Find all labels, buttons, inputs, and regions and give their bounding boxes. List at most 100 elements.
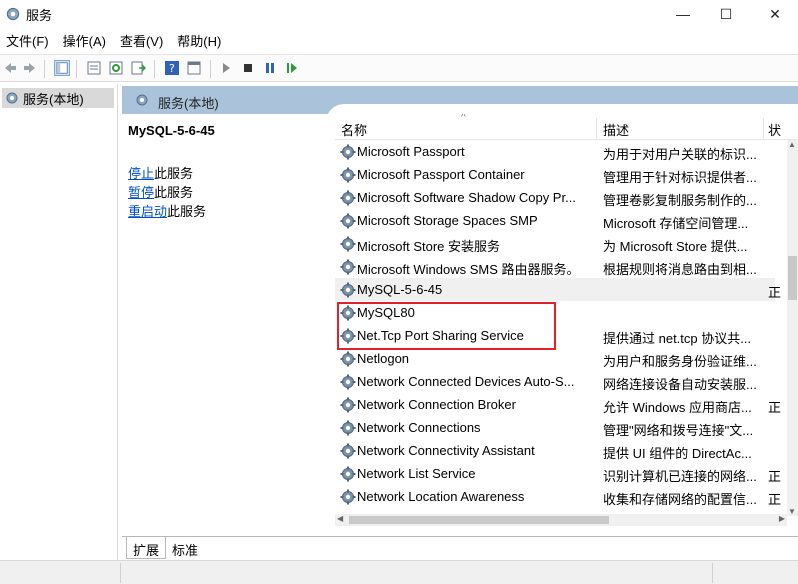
service-name: Network Connection Broker <box>357 397 516 412</box>
service-row[interactable]: MySQL-5-6-45 正 <box>335 278 781 301</box>
services-gear-icon <box>136 94 148 106</box>
service-name: Microsoft Store 安装服务 <box>357 239 501 254</box>
restart-action: 重启动此服务 <box>128 201 206 220</box>
window-title: 服务 <box>26 8 53 23</box>
menu-help[interactable]: 帮助(H) <box>171 32 229 52</box>
pause-link[interactable]: 暂停 <box>128 185 154 200</box>
service-name: Network Location Awareness <box>357 489 525 504</box>
toolbar-divider <box>154 60 155 78</box>
svg-text:?: ? <box>169 62 175 75</box>
service-description: 网络连接设备自动安装服... <box>603 377 757 392</box>
service-gear-icon <box>340 167 356 183</box>
service-row[interactable]: Network Connections 管理"网络和拨号连接"文... <box>335 416 775 439</box>
column-divider[interactable] <box>763 118 764 138</box>
sort-ascending-icon: ^ <box>461 114 466 123</box>
service-gear-icon <box>340 190 356 206</box>
restart-link[interactable]: 重启动 <box>128 204 167 219</box>
service-row[interactable]: Microsoft Passport 为用于对用户关联的标识... <box>335 140 775 163</box>
service-name: Network List Service <box>357 466 476 481</box>
scroll-up-arrow-icon[interactable]: ▲ <box>788 140 796 149</box>
service-gear-icon <box>340 236 356 252</box>
vertical-scroll-thumb[interactable] <box>788 256 797 300</box>
service-row[interactable]: Network Connected Devices Auto-S... 网络连接设… <box>335 370 775 393</box>
service-name: Microsoft Passport Container <box>357 167 525 182</box>
service-row[interactable]: Network List Service 识别计算机已连接的网络... 正 <box>335 462 781 485</box>
scroll-down-arrow-icon[interactable]: ▼ <box>788 507 796 516</box>
service-row[interactable]: Microsoft Software Shadow Copy Pr... 管理卷影… <box>335 186 775 209</box>
help-icon[interactable]: ? <box>164 60 180 76</box>
column-name[interactable]: 名称 <box>341 120 367 139</box>
horizontal-scroll-thumb[interactable] <box>349 516 609 524</box>
menu-action[interactable]: 操作(A) <box>57 32 114 52</box>
pause-action: 暂停此服务 <box>128 182 193 201</box>
properties-icon[interactable] <box>86 60 102 76</box>
pause-service-icon[interactable] <box>262 60 278 76</box>
tab-standard[interactable]: 标准 <box>166 537 206 559</box>
service-name: Network Connectivity Assistant <box>357 443 535 458</box>
service-description: 提供 UI 组件的 DirectAc... <box>603 446 752 461</box>
stop-action: 停止此服务 <box>128 163 193 182</box>
service-row[interactable]: Microsoft Store 安装服务 为 Microsoft Store 提供… <box>335 232 775 255</box>
tree-item-services-local[interactable]: 服务(本地) <box>2 88 114 108</box>
column-description[interactable]: 描述 <box>603 120 629 139</box>
forward-arrow-icon[interactable] <box>22 60 38 76</box>
refresh-icon[interactable] <box>108 60 124 76</box>
menu-bar: 文件(F) 操作(A) 查看(V) 帮助(H) <box>0 32 798 52</box>
service-gear-icon <box>340 466 356 482</box>
toolbar-divider <box>210 60 211 78</box>
maximize-button[interactable]: ☐ <box>703 0 749 28</box>
action-text: 此服务 <box>154 185 194 200</box>
view-tabs: 扩展 标准 <box>122 536 798 560</box>
toolbar: ? <box>0 54 798 82</box>
vertical-scrollbar[interactable]: ▲ ▼ <box>787 140 798 516</box>
service-row[interactable]: Microsoft Passport Container 管理用于针对标识提供者.… <box>335 163 775 186</box>
service-description: 为 Microsoft Store 提供... <box>603 239 748 254</box>
service-name: Microsoft Passport <box>357 144 465 159</box>
menu-file[interactable]: 文件(F) <box>0 32 57 52</box>
menu-view[interactable]: 查看(V) <box>114 32 171 52</box>
show-hide-tree-icon[interactable] <box>54 60 70 76</box>
service-description: 为用于对用户关联的标识... <box>603 147 757 162</box>
back-arrow-icon[interactable] <box>2 60 18 76</box>
stop-service-icon[interactable] <box>240 60 256 76</box>
restart-service-icon[interactable] <box>284 60 300 76</box>
start-service-icon[interactable] <box>218 60 234 76</box>
services-panel: 服务(本地) MySQL-5-6-45 停止此服务 暂停此服务 重启动此服务 ^… <box>122 86 798 536</box>
minimize-button[interactable]: — <box>660 0 706 28</box>
service-gear-icon <box>340 397 356 413</box>
service-row[interactable]: Network Connection Broker 允许 Windows 应用商店… <box>335 393 781 416</box>
column-divider[interactable] <box>596 118 597 138</box>
scroll-left-arrow-icon[interactable]: ◀ <box>337 514 343 523</box>
status-divider <box>712 563 713 583</box>
console-tree-icon[interactable] <box>186 60 202 76</box>
scroll-right-arrow-icon[interactable]: ▶ <box>779 514 785 523</box>
close-button[interactable]: ✕ <box>752 0 798 28</box>
service-row[interactable]: Network Connectivity Assistant 提供 UI 组件的 … <box>335 439 775 462</box>
service-name: MySQL-5-6-45 <box>357 282 443 297</box>
title-bar: 服务 — ☐ ✕ <box>0 0 798 28</box>
service-gear-icon <box>340 213 356 229</box>
service-name: Microsoft Windows SMS 路由器服务。 <box>357 262 580 277</box>
service-row[interactable]: Netlogon 为用户和服务身份验证维... <box>335 347 775 370</box>
export-list-icon[interactable] <box>130 60 146 76</box>
panel-title: 服务(本地) <box>158 96 219 111</box>
service-description: 识别计算机已连接的网络... <box>603 469 757 484</box>
service-row[interactable]: Network Location Awareness 收集和存储网络的配置信...… <box>335 485 781 508</box>
status-bar <box>0 560 798 584</box>
service-description: 管理用于针对标识提供者... <box>603 170 757 185</box>
toolbar-divider <box>44 60 45 78</box>
stop-link[interactable]: 停止 <box>128 166 154 181</box>
column-status[interactable]: 状 <box>768 120 781 139</box>
tab-extended[interactable]: 扩展 <box>126 537 166 559</box>
service-status: 正 <box>768 400 782 415</box>
service-row[interactable]: Microsoft Windows SMS 路由器服务。 根据规则将消息路由到相.… <box>335 255 775 278</box>
service-gear-icon <box>340 374 356 390</box>
service-gear-icon <box>340 489 356 505</box>
horizontal-scrollbar[interactable]: ◀ ▶ <box>335 514 787 526</box>
service-gear-icon <box>340 282 356 298</box>
service-gear-icon <box>340 443 356 459</box>
service-name: Microsoft Storage Spaces SMP <box>357 213 538 228</box>
service-row[interactable]: Microsoft Storage Spaces SMP Microsoft 存储… <box>335 209 775 232</box>
action-text: 此服务 <box>154 166 194 181</box>
services-list: ^ 名称 描述 状 Microsoft Passport 为用于对用户关联的标识.… <box>335 114 798 518</box>
